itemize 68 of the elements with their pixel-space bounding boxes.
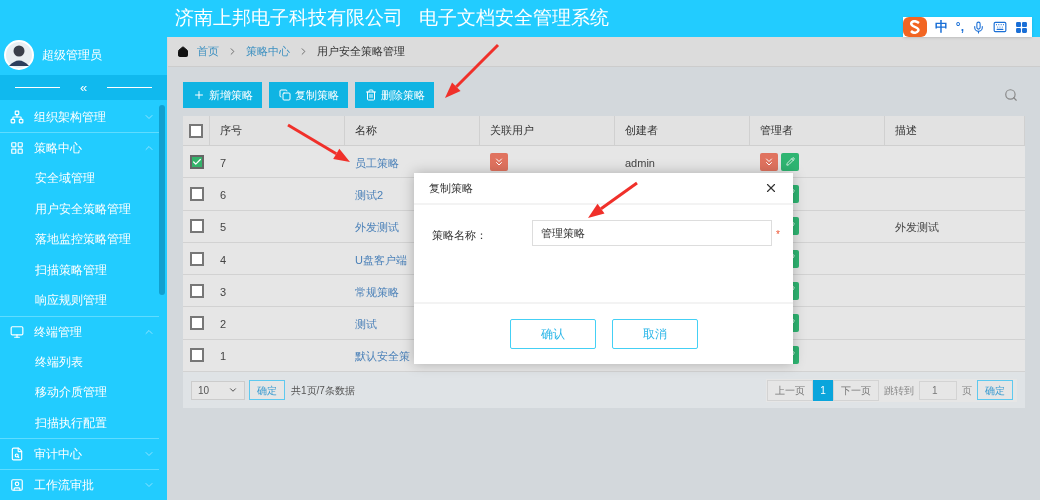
- table-cell: 2: [220, 318, 227, 331]
- goto-label: 跳转到: [884, 383, 914, 398]
- column-header: 描述: [895, 122, 917, 138]
- sidebar-item[interactable]: 扫描执行配置: [0, 407, 159, 438]
- sidebar-item[interactable]: 响应规则管理: [0, 285, 159, 316]
- policy-link[interactable]: 外发测试: [355, 221, 399, 234]
- sidebar-group[interactable]: 工作流审批: [0, 470, 159, 500]
- sidebar-group-label: 策略中心: [34, 140, 83, 157]
- app-title: 济南上邦电子科技有限公司 电子文档安全管理系统: [175, 6, 609, 31]
- breadcrumb-link[interactable]: 策略中心: [244, 43, 292, 60]
- table-cell: 4: [220, 253, 227, 266]
- required-mark: *: [776, 228, 780, 242]
- ime-mode[interactable]: 中: [934, 17, 948, 37]
- table-cell: 5: [220, 221, 227, 234]
- policy-link[interactable]: 测试2: [355, 188, 384, 201]
- toolbar-button[interactable]: 新增策略: [183, 82, 262, 108]
- page-unit: 页: [962, 383, 972, 398]
- policy-link[interactable]: U盘客户端: [355, 253, 407, 266]
- user-name: 超级管理员: [42, 47, 102, 65]
- policy-link[interactable]: 测试: [355, 318, 377, 331]
- table-cell: 外发测试: [895, 221, 939, 234]
- sidebar-item[interactable]: 落地监控策略管理: [0, 224, 159, 255]
- sidebar-item[interactable]: 安全域管理: [0, 163, 159, 194]
- apply-button[interactable]: 确定: [249, 380, 285, 401]
- goto-button[interactable]: 确定: [977, 380, 1013, 401]
- sidebar-group-label: 审计中心: [34, 446, 83, 463]
- page-size-select[interactable]: 10: [191, 380, 245, 400]
- sidebar-item[interactable]: 扫描策略管理: [0, 254, 159, 285]
- column-header: 创建者: [625, 122, 658, 138]
- table-cell: admin: [625, 156, 655, 169]
- sidebar-group-label: 组织架构管理: [34, 109, 107, 126]
- sidebar-item[interactable]: 移动介质管理: [0, 377, 159, 408]
- sidebar-group[interactable]: 组织架构管理: [0, 102, 159, 132]
- ime-punctuation[interactable]: °,: [955, 18, 964, 36]
- table-cell: 7: [220, 156, 227, 169]
- collapse-bar[interactable]: «: [0, 75, 167, 100]
- policy-link[interactable]: 默认安全策: [355, 350, 410, 363]
- column-header: 名称: [355, 122, 377, 138]
- cancel-button[interactable]: 取消: [611, 319, 698, 349]
- sidebar-group[interactable]: 终端管理: [0, 316, 159, 347]
- field-label: 策略名称：: [432, 228, 487, 243]
- page-summary: 共1页/7条数据: [291, 383, 355, 398]
- table-cell: 3: [220, 285, 227, 298]
- sidebar-group-label: 终端管理: [34, 323, 83, 341]
- breadcrumb-current: 用户安全策略管理: [316, 44, 406, 60]
- sidebar-group[interactable]: 审计中心: [0, 439, 159, 469]
- breadcrumb-link[interactable]: 首页: [195, 43, 221, 60]
- policy-link[interactable]: 员工策略: [355, 156, 399, 169]
- confirm-button[interactable]: 确认: [509, 319, 596, 349]
- toolbar-button[interactable]: 删除策略: [355, 82, 434, 108]
- table-cell: 6: [220, 188, 227, 201]
- page-input[interactable]: 1: [919, 380, 957, 400]
- sidebar-item[interactable]: 终端列表: [0, 346, 159, 377]
- column-header: 关联用户: [490, 122, 534, 138]
- policy-name-field[interactable]: 管理策略: [532, 220, 772, 246]
- prev-page-button[interactable]: 上一页: [767, 379, 813, 401]
- policy-link[interactable]: 常规策略: [355, 285, 399, 298]
- column-header: 序号: [220, 122, 242, 138]
- toolbar-button[interactable]: 复制策略: [269, 82, 348, 108]
- next-page-button[interactable]: 下一页: [833, 379, 879, 401]
- dialog-title: 复制策略: [429, 180, 473, 196]
- page-button[interactable]: 1: [813, 379, 833, 401]
- column-header: 管理者: [760, 122, 793, 138]
- sidebar-group[interactable]: 策略中心: [0, 133, 159, 163]
- table-cell: 1: [220, 350, 227, 363]
- collapse-label[interactable]: «: [79, 77, 88, 98]
- sidebar-group-label: 工作流审批: [34, 477, 95, 494]
- sidebar-item[interactable]: 用户安全策略管理: [0, 193, 159, 224]
